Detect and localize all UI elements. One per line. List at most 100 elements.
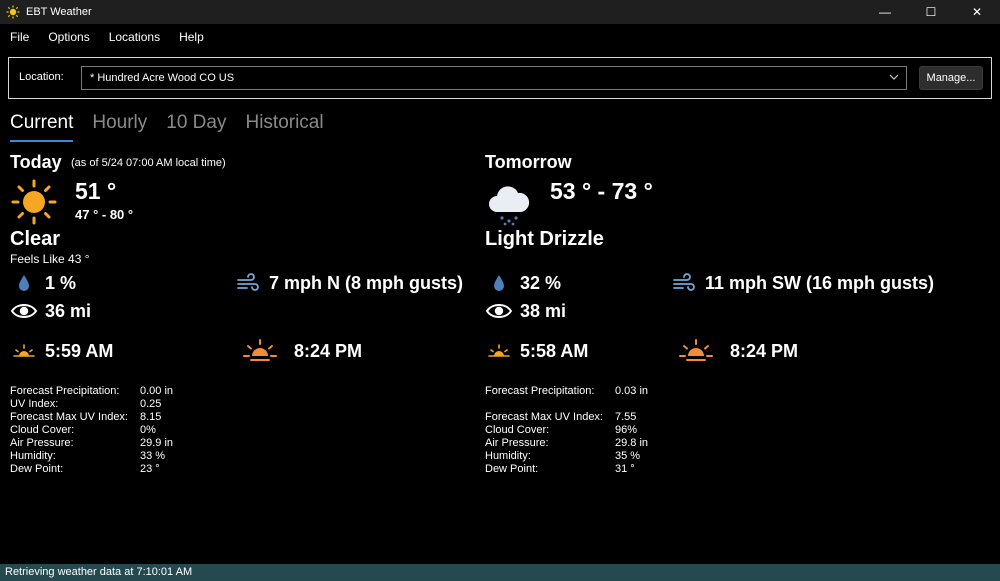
detail-label: Dew Point: xyxy=(485,463,539,475)
tab-historical[interactable]: Historical xyxy=(245,112,323,142)
status-text: Retrieving weather data at 7:10:01 AM xyxy=(5,566,193,578)
detail-row: Forecast Precipitation: 0.00 in xyxy=(10,385,173,398)
detail-value: 0% xyxy=(140,424,156,436)
tab-10-day[interactable]: 10 Day xyxy=(166,112,226,142)
close-button[interactable]: ✕ xyxy=(954,0,1000,24)
detail-value: 0.03 in xyxy=(615,385,649,397)
today-sunrise: 5:59 AM xyxy=(45,341,114,361)
chevron-down-icon[interactable] xyxy=(888,71,900,83)
manage-locations-button[interactable]: Manage... xyxy=(919,66,983,90)
detail-row: Forecast Precipitation: 0.03 in xyxy=(485,385,648,398)
today-wind: 7 mph N (8 mph gusts) xyxy=(269,273,464,293)
menu-bar: File Options Locations Help xyxy=(0,24,1000,50)
location-label: Location: xyxy=(19,71,64,83)
today-details: Forecast Precipitation: 0.00 in UV Index:… xyxy=(10,385,173,476)
detail-value: 31 ° xyxy=(615,463,635,475)
eye-icon xyxy=(10,304,38,318)
sunset-icon xyxy=(679,339,713,361)
tab-hourly[interactable]: Hourly xyxy=(92,112,147,142)
detail-label: Forecast Precipitation: xyxy=(485,385,595,397)
detail-value: 29.9 in xyxy=(140,437,174,449)
detail-row: Cloud Cover: 0% xyxy=(10,424,173,437)
tomorrow-sunset: 8:24 PM xyxy=(730,341,799,361)
detail-row xyxy=(485,398,648,411)
detail-value: 23 ° xyxy=(140,463,160,475)
raindrop-icon xyxy=(19,275,29,291)
location-dropdown[interactable]: * Hundred Acre Wood CO US xyxy=(81,66,907,90)
tab-current[interactable]: Current xyxy=(10,112,74,142)
sunrise-icon xyxy=(488,344,510,357)
detail-label: Cloud Cover: xyxy=(485,424,550,436)
detail-row: Forecast Max UV Index: 7.55 xyxy=(485,411,648,424)
today-as-of: (as of 5/24 07:00 AM local time) xyxy=(71,157,226,169)
raindrop-icon xyxy=(494,275,504,291)
wind-icon xyxy=(673,273,695,291)
app-sun-icon xyxy=(6,5,20,19)
maximize-button[interactable]: ☐ xyxy=(908,0,954,24)
minimize-button[interactable]: — xyxy=(862,0,908,24)
title-bar: EBT Weather — ☐ ✕ xyxy=(0,0,1000,24)
today-precip-chance: 1 % xyxy=(45,273,77,293)
today-sunset: 8:24 PM xyxy=(294,341,363,361)
eye-icon xyxy=(485,304,513,318)
detail-label: Forecast Max UV Index: xyxy=(485,411,603,423)
detail-row: Air Pressure: 29.9 in xyxy=(10,437,173,450)
today-condition: Clear xyxy=(10,228,61,250)
detail-label xyxy=(485,398,615,411)
detail-label: Air Pressure: xyxy=(10,437,74,449)
detail-value: 8.15 xyxy=(140,411,162,423)
view-tabs: Current Hourly 10 Day Historical xyxy=(10,112,343,146)
tomorrow-title: Tomorrow xyxy=(485,152,572,172)
detail-value: 29.8 in xyxy=(615,437,649,449)
window-title: EBT Weather xyxy=(26,6,92,18)
detail-row: Humidity: 35 % xyxy=(485,450,648,463)
status-bar: Retrieving weather data at 7:10:01 AM xyxy=(0,564,1000,581)
detail-label: Forecast Precipitation: xyxy=(10,385,120,397)
today-visibility: 36 mi xyxy=(45,301,92,321)
tomorrow-temperature-range: 53 ° - 73 ° xyxy=(550,178,653,204)
detail-value: 35 % xyxy=(615,450,641,462)
sun-icon xyxy=(11,179,57,225)
detail-row: Dew Point: 31 ° xyxy=(485,463,648,476)
today-title: Today xyxy=(10,152,62,172)
detail-row: Dew Point: 23 ° xyxy=(10,463,173,476)
detail-label: Cloud Cover: xyxy=(10,424,75,436)
detail-value: 33 % xyxy=(140,450,166,462)
detail-value: 0.00 in xyxy=(140,385,174,397)
detail-value: 7.55 xyxy=(615,411,637,423)
menu-locations[interactable]: Locations xyxy=(109,30,160,44)
sunrise-icon xyxy=(13,344,35,357)
tomorrow-panel: Tomorrow 53 ° - 73 ° Light Drizzle 32 % … xyxy=(485,150,975,490)
tomorrow-condition: Light Drizzle xyxy=(485,228,604,250)
today-feels-like: Feels Like 43 ° xyxy=(10,252,90,266)
tomorrow-precip-chance: 32 % xyxy=(520,273,562,293)
location-selected-value: * Hundred Acre Wood CO US xyxy=(90,72,235,84)
today-panel: Today (as of 5/24 07:00 AM local time) 5… xyxy=(10,150,500,490)
detail-value: 0.25 xyxy=(140,398,162,410)
detail-label: Forecast Max UV Index: xyxy=(10,411,128,423)
menu-file[interactable]: File xyxy=(10,30,29,44)
menu-help[interactable]: Help xyxy=(179,30,204,44)
menu-options[interactable]: Options xyxy=(48,30,89,44)
detail-row: Humidity: 33 % xyxy=(10,450,173,463)
tomorrow-wind: 11 mph SW (16 mph gusts) xyxy=(705,273,935,293)
detail-row: Air Pressure: 29.8 in xyxy=(485,437,648,450)
detail-row: Forecast Max UV Index: 8.15 xyxy=(10,411,173,424)
tomorrow-sunrise: 5:58 AM xyxy=(520,341,589,361)
today-temperature-range: 47 ° - 80 ° xyxy=(75,207,134,222)
detail-label: Air Pressure: xyxy=(485,437,549,449)
cloud-drizzle-icon xyxy=(489,186,530,226)
detail-label: Humidity: xyxy=(485,450,531,462)
detail-label: Dew Point: xyxy=(10,463,64,475)
detail-row: Cloud Cover: 96% xyxy=(485,424,648,437)
detail-row: UV Index: 0.25 xyxy=(10,398,173,411)
today-temperature: 51 ° xyxy=(75,178,117,204)
detail-label: Humidity: xyxy=(10,450,56,462)
detail-label: UV Index: xyxy=(10,398,59,410)
wind-icon xyxy=(237,273,259,291)
detail-value: 96% xyxy=(615,424,638,436)
location-panel: Location: * Hundred Acre Wood CO US Mana… xyxy=(8,57,992,99)
tomorrow-details: Forecast Precipitation: 0.03 in Forecast … xyxy=(485,385,648,476)
tomorrow-visibility: 38 mi xyxy=(520,301,567,321)
sunset-icon xyxy=(243,339,277,361)
